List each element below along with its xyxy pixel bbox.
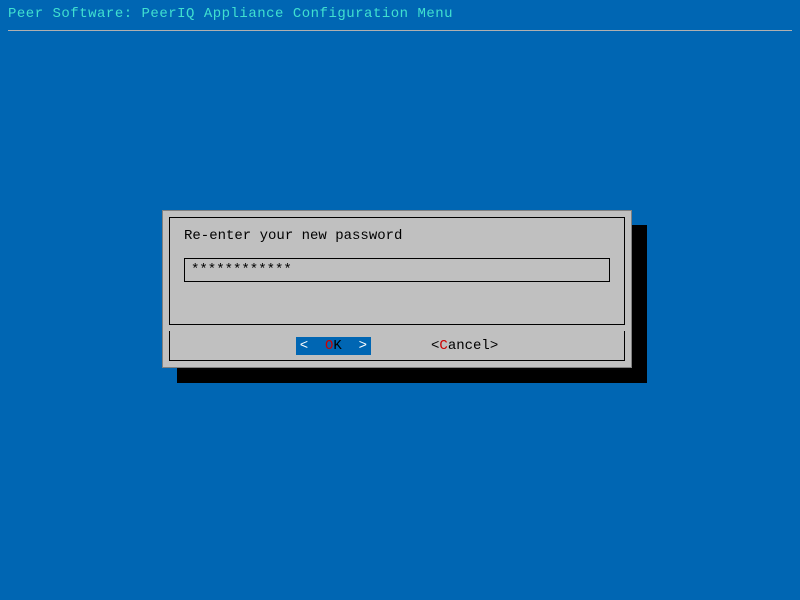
password-input[interactable]: ************ xyxy=(184,258,610,282)
app-title: Peer Software: PeerIQ Appliance Configur… xyxy=(0,0,800,28)
dialog-button-row: < OK > <Cancel> xyxy=(169,331,625,361)
password-dialog: Re-enter your new password ************ … xyxy=(162,210,632,368)
title-divider xyxy=(8,30,792,31)
cancel-button[interactable]: <Cancel> xyxy=(431,338,498,354)
ok-button[interactable]: < OK > xyxy=(296,337,371,355)
password-prompt: Re-enter your new password xyxy=(184,228,610,244)
dialog-content: Re-enter your new password ************ xyxy=(169,217,625,325)
